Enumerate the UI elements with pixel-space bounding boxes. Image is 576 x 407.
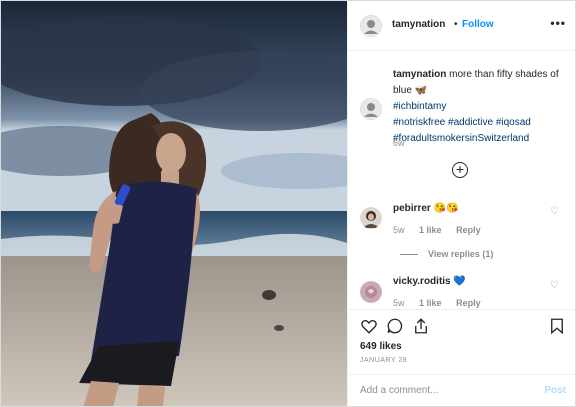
- share-icon[interactable]: [412, 317, 430, 340]
- post-photo[interactable]: [1, 1, 347, 406]
- comment-meta: 5w 1 like Reply: [393, 298, 493, 308]
- bookmark-icon[interactable]: [548, 317, 566, 340]
- comment-icon[interactable]: [386, 317, 404, 340]
- comment-text: 😘😘: [433, 203, 459, 214]
- caption-timestamp: 6w: [393, 138, 405, 148]
- post-caption: tamynation more than fifty shades of blu…: [393, 67, 569, 147]
- actions-divider: [348, 309, 575, 311]
- likes-count[interactable]: 649 likes: [360, 341, 402, 352]
- author-avatar[interactable]: [360, 15, 382, 37]
- comment-likes[interactable]: 1 like: [419, 298, 442, 308]
- comment-likes[interactable]: 1 like: [419, 225, 442, 235]
- comment-time: 5w: [393, 298, 405, 308]
- post-comment-button[interactable]: Post: [544, 385, 566, 396]
- caption-username[interactable]: tamynation: [393, 69, 446, 80]
- view-replies-label[interactable]: View replies (1): [428, 249, 493, 259]
- comment-time: 5w: [393, 225, 405, 235]
- instagram-post-window: tamynation • Follow ••• tamynation more …: [0, 0, 576, 407]
- author-username[interactable]: tamynation: [392, 19, 445, 30]
- comment-heart-icon[interactable]: ♡: [550, 280, 559, 291]
- add-comment-input[interactable]: [360, 385, 530, 396]
- butterfly-emoji: 🦋: [414, 85, 428, 96]
- caption-author-avatar[interactable]: [360, 98, 382, 120]
- add-comment-row: Post: [348, 374, 575, 406]
- heart-icon[interactable]: [360, 317, 378, 340]
- follow-button[interactable]: Follow: [462, 19, 494, 30]
- hashtag-line-3[interactable]: #foradultsmokersinSwitzerland: [393, 131, 569, 147]
- beach-photo-image: [1, 1, 347, 406]
- commenter-avatar[interactable]: [360, 207, 382, 229]
- comment-username-text[interactable]: pebirrer: [393, 203, 431, 214]
- comment-username[interactable]: pebirrer 😘😘: [393, 203, 458, 214]
- post-side-panel: tamynation • Follow ••• tamynation more …: [347, 1, 575, 406]
- comment-meta: 5w 1 like Reply: [393, 225, 493, 235]
- comment-text: 💙: [453, 276, 466, 287]
- commenter-avatar[interactable]: [360, 281, 382, 303]
- comment-heart-icon[interactable]: ♡: [550, 206, 559, 217]
- post-header: tamynation • Follow •••: [348, 1, 575, 51]
- separator-dot: •: [454, 19, 458, 30]
- more-icon[interactable]: •••: [550, 16, 566, 30]
- comment-username-text[interactable]: vicky.roditis: [393, 276, 451, 287]
- hashtag-line-1[interactable]: #ichbintamy: [393, 99, 569, 115]
- reply-button[interactable]: Reply: [456, 298, 481, 308]
- post-date: JANUARY 28: [360, 357, 408, 364]
- view-replies-button[interactable]: View replies (1): [400, 249, 493, 259]
- replies-divider-line: [400, 254, 418, 256]
- reply-button[interactable]: Reply: [456, 225, 481, 235]
- comment-username[interactable]: vicky.roditis 💙: [393, 276, 466, 287]
- add-icon[interactable]: +: [452, 162, 468, 178]
- hashtag-line-2[interactable]: #notriskfree #addictive #iqosad: [393, 115, 569, 131]
